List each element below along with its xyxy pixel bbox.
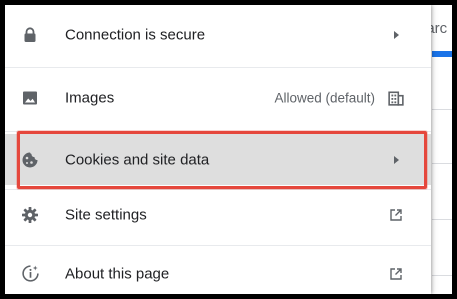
menu-item-label: About this page: [65, 265, 170, 283]
menu-item-label: Cookies and site data: [65, 151, 210, 168]
chevron-right-icon: [394, 155, 399, 164]
menu-item-connection-secure[interactable]: Connection is secure: [5, 7, 431, 63]
open-external-icon: [390, 209, 402, 221]
background-divider: [432, 219, 452, 220]
menu-item-about-this-page[interactable]: About this page: [5, 246, 431, 294]
site-info-menu: Connection is secure Images Allowed (def…: [5, 5, 431, 294]
permission-status: Allowed (default): [274, 90, 375, 106]
background-divider: [432, 275, 452, 276]
menu-separator: [5, 131, 431, 132]
menu-item-cookies-site-data[interactable]: Cookies and site data: [5, 134, 431, 185]
building-icon[interactable]: [388, 90, 404, 106]
menu-separator: [5, 67, 431, 68]
lock-icon: [24, 27, 36, 42]
image-icon: [23, 91, 37, 105]
google-info-icon: [22, 265, 39, 282]
menu-item-site-settings[interactable]: Site settings: [5, 187, 431, 243]
chevron-right-icon: [394, 31, 399, 39]
menu-item-label: Site settings: [65, 206, 147, 224]
menu-item-label: Images: [65, 89, 115, 107]
background-divider: [432, 109, 452, 110]
open-external-icon: [390, 268, 402, 280]
menu-item-images[interactable]: Images Allowed (default): [5, 70, 431, 126]
background-divider: [432, 163, 452, 164]
gear-icon: [22, 207, 38, 223]
cookie-icon: [22, 152, 38, 167]
menu-item-label: Connection is secure: [65, 26, 206, 44]
background-accent-bar: [432, 51, 452, 57]
